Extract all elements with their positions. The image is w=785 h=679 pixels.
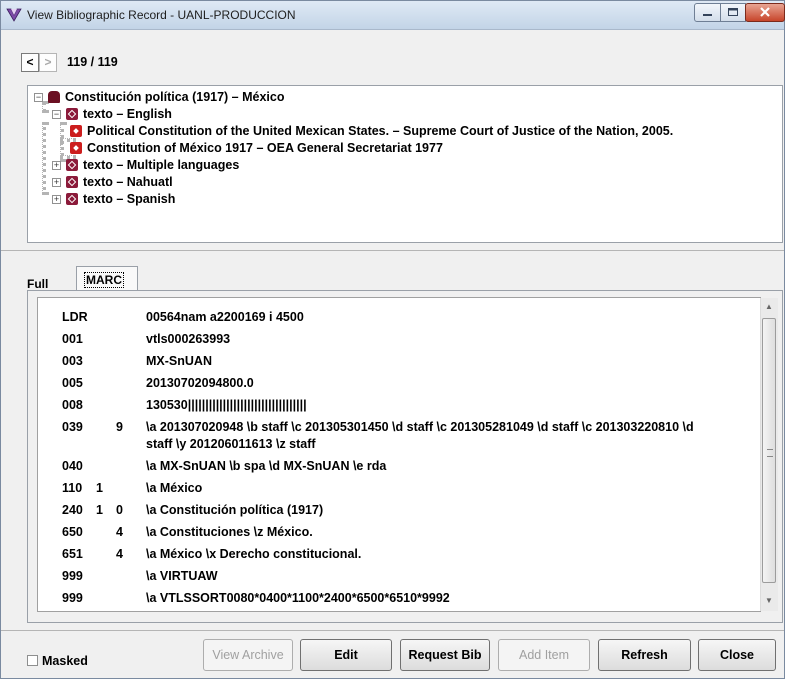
marc-tag: 001 <box>62 332 83 346</box>
marc-ind1: 1 <box>96 503 103 517</box>
marc-value: \a México \x Derecho constitucional. <box>146 547 362 561</box>
maximize-button[interactable] <box>720 3 746 22</box>
text-record-icon <box>66 193 78 205</box>
marc-ind2: 0 <box>116 503 123 517</box>
tree-node-label: texto – Multiple languages <box>83 158 240 172</box>
marc-tag: 110 <box>62 481 83 495</box>
marc-value: \a Constituciones \z México. <box>146 525 313 539</box>
authority-record-icon <box>48 91 60 103</box>
marc-ind2: 4 <box>116 525 123 539</box>
record-counter: 119 / 119 <box>67 55 118 69</box>
marc-tag: 240 <box>62 503 83 517</box>
marc-tag: 005 <box>62 376 83 390</box>
minimize-icon <box>703 14 712 16</box>
marc-tag: 003 <box>62 354 83 368</box>
masked-label[interactable]: Masked <box>42 654 88 668</box>
expand-icon[interactable]: + <box>52 178 61 187</box>
expand-icon[interactable]: + <box>52 161 61 170</box>
collapse-icon[interactable]: − <box>34 93 43 102</box>
marc-value: 20130702094800.0 <box>146 376 254 390</box>
vertical-scrollbar[interactable]: ▲ ▼ <box>760 298 778 611</box>
view-archive-button[interactable]: View Archive <box>203 639 293 671</box>
grip-icon <box>767 449 773 457</box>
marc-ind2: 9 <box>116 420 123 434</box>
collapse-icon[interactable]: − <box>52 110 61 119</box>
refresh-button[interactable]: Refresh <box>598 639 691 671</box>
marc-tag: 651 <box>62 547 83 561</box>
previous-record-button[interactable]: < <box>21 53 39 72</box>
marc-value: \a VTLSSORT0080*0400*1100*2400*6500*6510… <box>146 591 450 605</box>
close-button[interactable]: Close <box>698 639 776 671</box>
text-record-icon <box>66 159 78 171</box>
maximize-icon <box>728 8 738 16</box>
marc-tag: 040 <box>62 459 83 473</box>
tree-node-label: texto – Spanish <box>83 192 176 206</box>
bib-record-icon <box>70 125 82 137</box>
marc-value: 00564nam a2200169 i 4500 <box>146 310 304 324</box>
add-item-button[interactable]: Add Item <box>498 639 590 671</box>
tree-node-label: Political Constitution of the United Mex… <box>87 124 674 138</box>
text-record-icon <box>66 176 78 188</box>
marc-ind2: 4 <box>116 547 123 561</box>
masked-checkbox[interactable] <box>27 655 38 666</box>
marc-value: \a MX-SnUAN \b spa \d MX-SnUAN \e rda <box>146 459 387 473</box>
next-record-button[interactable]: > <box>39 53 57 72</box>
tree-root-label: Constitución política (1917) – México <box>65 90 285 104</box>
tab-full[interactable]: Full <box>27 277 48 291</box>
scrollbar-thumb[interactable] <box>762 318 776 583</box>
marc-value: MX-SnUAN <box>146 354 212 368</box>
splitter[interactable] <box>1 250 784 251</box>
close-icon <box>760 7 770 17</box>
marc-value: 130530|||||||||||||||||||||||||||||||||| <box>146 398 307 412</box>
marc-value: \a Constitución política (1917) <box>146 503 324 517</box>
marc-tag: 999 <box>62 591 83 605</box>
tree-node-label: Constitution of México 1917 – OEA Genera… <box>87 141 443 155</box>
scroll-down-icon[interactable]: ▼ <box>765 596 773 605</box>
marc-value: \a México <box>146 481 203 495</box>
title-bar[interactable]: View Bibliographic Record - UANL-PRODUCC… <box>1 1 785 30</box>
marc-value: \a 201307020948 \b staff \c 201305301450… <box>146 420 694 451</box>
scroll-up-icon[interactable]: ▲ <box>765 302 773 311</box>
tree-connector <box>42 122 46 195</box>
record-tree[interactable]: − Constitución política (1917) – México … <box>27 85 783 243</box>
text-record-icon <box>66 108 78 120</box>
marc-tag: LDR <box>62 310 88 324</box>
window-title: View Bibliographic Record - UANL-PRODUCC… <box>27 8 296 22</box>
marc-tag: 008 <box>62 398 83 412</box>
tree-node-label: texto – Nahuatl <box>83 175 173 189</box>
marc-value: vtls000263993 <box>146 332 231 346</box>
marc-value: \a VIRTUAW <box>146 569 218 583</box>
minimize-button[interactable] <box>694 3 721 22</box>
expand-icon[interactable]: + <box>52 195 61 204</box>
tree-node-label: texto – English <box>83 107 172 121</box>
tab-marc[interactable]: MARC <box>76 266 138 290</box>
close-window-button[interactable] <box>745 3 785 22</box>
app-icon <box>6 8 22 22</box>
marc-tag: 039 <box>62 420 83 434</box>
marc-grid[interactable]: LDR 00564nam a2200169 i 4500 001 vtls000… <box>37 297 761 612</box>
marc-tag: 999 <box>62 569 83 583</box>
tab-marc-label: MARC <box>84 272 124 288</box>
marc-tag: 650 <box>62 525 83 539</box>
tree-connector <box>42 101 46 113</box>
bib-record-icon <box>70 142 82 154</box>
footer-divider <box>1 630 784 631</box>
edit-button[interactable]: Edit <box>300 639 392 671</box>
marc-ind1: 1 <box>96 481 103 495</box>
bib-record-window: View Bibliographic Record - UANL-PRODUCC… <box>0 0 785 679</box>
request-bib-button[interactable]: Request Bib <box>400 639 490 671</box>
